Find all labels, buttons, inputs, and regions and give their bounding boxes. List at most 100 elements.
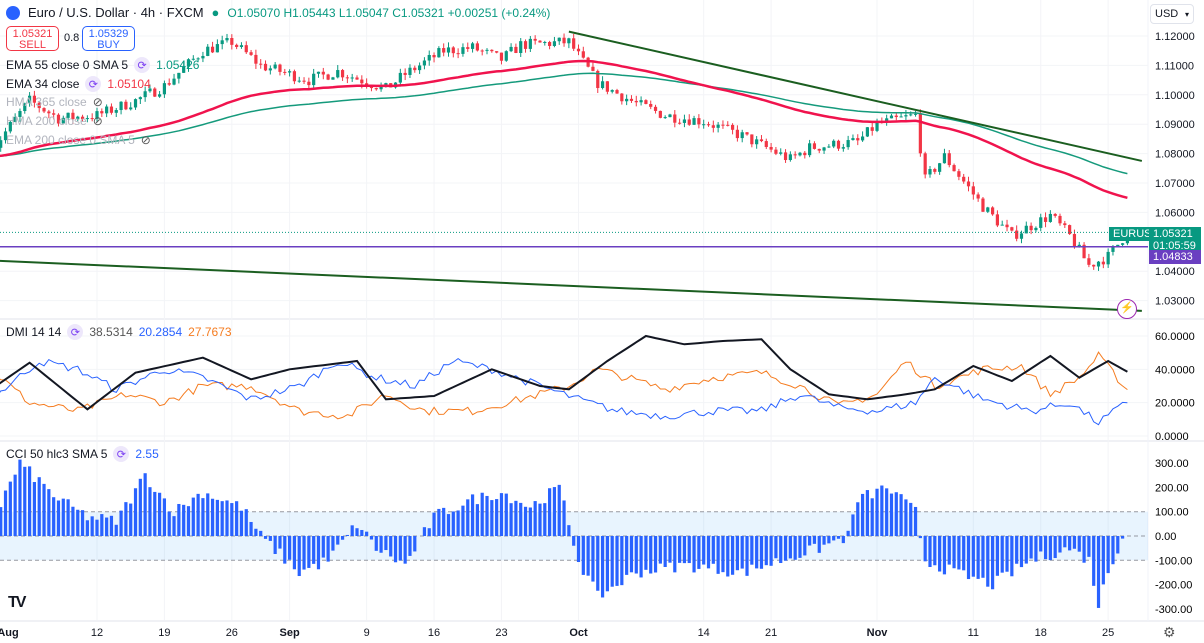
trendline xyxy=(0,259,1142,312)
candle-body xyxy=(451,47,455,54)
symbol-title[interactable]: Euro / U.S. Dollar · 4h · FXCM xyxy=(28,5,204,20)
legend-ema55[interactable]: EMA 55 close 0 SMA 5 ⟳ 1.05426 xyxy=(6,57,199,73)
settings-gear-icon[interactable]: ⚙ xyxy=(1163,624,1176,641)
cci-bar xyxy=(80,510,85,536)
cci-bar xyxy=(389,536,393,557)
cci-bar xyxy=(105,517,109,536)
cci-bar xyxy=(56,500,61,536)
legend-hma365[interactable]: HMA 365 close ⊘ xyxy=(6,95,103,109)
refresh-icon[interactable]: ⟳ xyxy=(67,324,84,340)
eye-hidden-icon[interactable]: ⊘ xyxy=(93,114,103,128)
refresh-icon[interactable]: ⟳ xyxy=(113,446,130,462)
market-open-icon: ● xyxy=(211,5,220,20)
buy-button[interactable]: 1.05329 BUY xyxy=(82,26,135,51)
legend-dmi[interactable]: DMI 14 14 ⟳ 38.5314 20.2854 27.7673 xyxy=(6,324,232,340)
refresh-icon[interactable]: ⟳ xyxy=(134,57,151,73)
candle-body xyxy=(215,44,219,53)
candle-body xyxy=(552,41,557,46)
cci-bar xyxy=(634,536,638,574)
currency-value: USD xyxy=(1155,8,1179,20)
candle-body xyxy=(239,45,244,47)
currency-select[interactable]: USD ▾ xyxy=(1150,4,1194,24)
candle-body xyxy=(1034,227,1038,231)
legend-ema200[interactable]: EMA 200 close 0 SMA 5 ⊘ xyxy=(6,133,151,147)
cci-bar xyxy=(716,536,720,574)
cci-bar xyxy=(1087,536,1091,557)
candle-body xyxy=(576,48,581,52)
cci-bar xyxy=(899,494,903,536)
candle-body xyxy=(466,47,470,49)
candle-body xyxy=(297,80,301,82)
cci-bar xyxy=(557,484,561,536)
cci-bar xyxy=(384,536,388,551)
candle-body xyxy=(408,67,412,75)
candle-body xyxy=(340,70,345,78)
ohlc-change: +0.00251 (+0.24%) xyxy=(447,5,551,20)
cci-bar xyxy=(263,536,268,539)
cci-bar xyxy=(904,499,908,536)
legend-ema34[interactable]: EMA 34 close ⟳ 1.05104 xyxy=(6,76,151,92)
cci-bar xyxy=(1101,536,1105,585)
candle-body xyxy=(307,81,311,86)
candle-body xyxy=(254,54,258,64)
candle-body xyxy=(836,140,841,149)
cci-bar xyxy=(374,536,378,551)
candle-body xyxy=(1092,264,1096,267)
candle-body xyxy=(1053,213,1057,216)
cci-bar xyxy=(523,506,528,536)
eye-hidden-icon[interactable]: ⊘ xyxy=(93,95,103,109)
cci-bar xyxy=(615,536,619,586)
ema55-label: EMA 55 close 0 SMA 5 xyxy=(6,58,129,72)
cci-tick-label: 100.00 xyxy=(1155,507,1189,519)
cci-bar xyxy=(625,536,629,575)
chevron-down-icon: ▾ xyxy=(1184,10,1189,19)
cci-bar xyxy=(1106,536,1110,574)
cci-bar xyxy=(215,499,219,536)
candle-body xyxy=(755,139,759,145)
cci-bar xyxy=(600,536,605,598)
cci-bar xyxy=(567,525,571,536)
cci-bar xyxy=(822,536,826,545)
cci-bar xyxy=(461,505,465,536)
candle-body xyxy=(793,154,797,156)
x-tick-label: Sep xyxy=(280,627,300,639)
candle-body xyxy=(543,42,547,44)
chart-canvas[interactable]: Aug 12 19 26 Sep 9 16 23 Oct 14 21 Nov 11 18 25 1.12000… xyxy=(0,0,1204,643)
cci-bar xyxy=(225,500,229,536)
candle-body xyxy=(971,186,975,195)
cci-bar xyxy=(764,536,768,566)
dmi-label: DMI 14 14 xyxy=(6,325,62,339)
candle-body xyxy=(653,106,658,111)
eye-hidden-icon[interactable]: ⊘ xyxy=(141,133,151,147)
cci-bar xyxy=(259,530,263,536)
x-tick-label: Aug xyxy=(0,627,19,639)
lightning-alert-icon[interactable]: ⚡ xyxy=(1117,299,1137,319)
dmi-plus-line xyxy=(0,357,1128,426)
cci-bar xyxy=(759,536,764,569)
candle-body xyxy=(201,55,205,59)
cci-bar xyxy=(990,536,995,590)
candle-body xyxy=(889,115,894,119)
candle-body xyxy=(952,165,956,172)
candle-body xyxy=(538,40,542,43)
cci-bar xyxy=(596,536,600,591)
cci-bar xyxy=(27,466,32,536)
tradingview-logo[interactable]: TV xyxy=(8,594,27,612)
legend-hma200[interactable]: HMA 200 close ⊘ xyxy=(6,114,103,128)
candle-body xyxy=(923,153,927,175)
legend-cci[interactable]: CCI 50 hlc3 SMA 5 ⟳ 2.55 xyxy=(6,446,159,462)
x-tick-label: 9 xyxy=(364,627,370,639)
cci-bar xyxy=(143,473,147,536)
refresh-icon[interactable]: ⟳ xyxy=(85,76,102,92)
cci-bar xyxy=(750,536,754,565)
candle-body xyxy=(779,152,783,154)
cci-bar xyxy=(1116,536,1120,554)
candle-body xyxy=(235,44,239,47)
sell-button[interactable]: 1.05321 SELL xyxy=(6,26,59,51)
cci-label: CCI 50 hlc3 SMA 5 xyxy=(6,447,108,461)
candle-body xyxy=(461,47,465,54)
candle-body xyxy=(894,115,898,118)
candle-body xyxy=(1096,261,1101,267)
candle-body xyxy=(788,154,792,161)
candle-body xyxy=(321,71,325,75)
